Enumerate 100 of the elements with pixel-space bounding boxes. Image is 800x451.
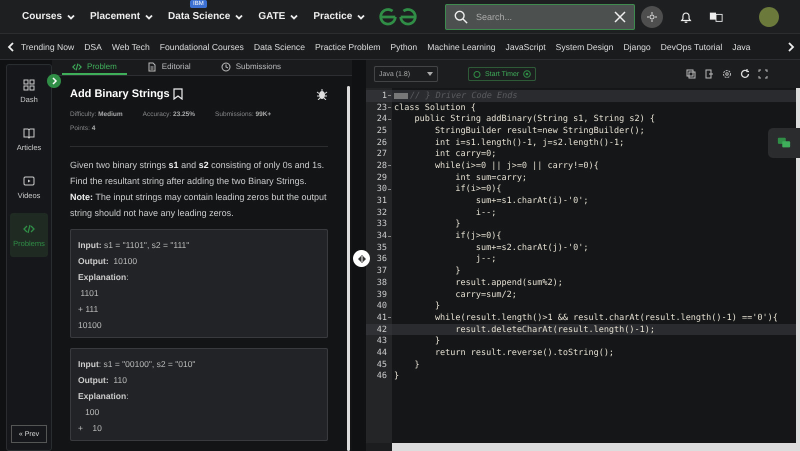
nav-link[interactable]: JavaScript [506,42,546,52]
example-line: Input: s1 = "00100", s2 = "010" [78,358,196,371]
bell-icon[interactable] [679,10,693,24]
scrollbar[interactable] [392,443,800,451]
nav-link[interactable]: Django [623,42,651,52]
line-number: 23 [376,102,387,113]
avatar[interactable] [759,6,779,26]
example-line: Explanation: [78,271,130,284]
code-line: sum+=s1.charAt(i)-'0'; [474,196,588,206]
code-line: result.append(sum%2); [454,278,563,288]
nav-link[interactable]: Data Science [254,42,305,52]
nav-link[interactable]: System Design [556,42,614,52]
code-icon [23,222,35,234]
code-line: int carry=0; [434,149,496,160]
nav-menu[interactable]: Data Science [168,11,244,22]
line-number: 41 [376,312,387,323]
line-number: 46 [376,371,387,382]
resize-icon [356,254,366,264]
caret-icon [427,72,433,76]
chat-button[interactable] [768,128,800,158]
nav-link[interactable]: Machine Learning [427,42,496,52]
sun-icon [647,12,657,22]
scrollbar[interactable] [347,86,350,451]
bookmark-icon[interactable] [172,88,184,100]
example-line: Output: 110 [78,374,128,387]
tab[interactable]: Problem [62,60,127,75]
line-number: 39 [376,290,387,300]
chevron-left-icon[interactable] [6,42,16,52]
search-bar[interactable]: Search... [445,4,635,30]
line-number: 45 [376,360,387,370]
code-line: return result.reverse().toString(); [434,348,614,358]
line-number: 30 [376,184,387,194]
fullscreen-icon[interactable] [758,69,768,79]
line-number: 1 [382,90,387,101]
code-line: if(i>=0){ [454,184,502,194]
example-line: 1101 [79,287,100,300]
folded-code-marker[interactable] [394,92,408,99]
clock-icon [220,62,231,72]
code-line: while(i>=0 || j>=0 || carry!=0){ [434,160,599,171]
timer-icon [473,70,481,78]
code-line: sum+=s2.charAt(j)-'0'; [474,242,588,253]
chevron-down-icon [235,12,244,20]
nav-link[interactable]: Practice Problem [314,42,380,52]
line-number: 25 [376,126,387,136]
nav-menu[interactable]: Placement [90,11,154,22]
search-field[interactable]: Search... [476,12,606,22]
chevron-down-icon [290,12,298,20]
nav-link[interactable]: Java [732,42,750,52]
chevron-right-icon[interactable] [786,42,796,52]
line-number: 42 [376,324,387,335]
code-line: } [413,360,420,370]
chevron-down-icon [357,12,366,20]
nav-menu[interactable]: Practice [313,11,366,22]
tab[interactable]: Editorial [136,60,201,75]
nav-link[interactable]: Web Tech [112,42,150,52]
example-line: 100 [84,406,100,419]
video-icon [23,174,35,186]
problem-title: Add Binary Strings [70,88,170,100]
reset-icon[interactable] [740,69,750,79]
code-line: class Solution { [394,102,476,113]
nav-link[interactable]: Foundational Courses [160,42,244,52]
resize-handle[interactable] [353,250,370,267]
theme-toggle[interactable] [641,6,663,28]
nav-link[interactable]: Python [390,42,418,52]
code-line: while(result.length()>1 && result.charAt(result.length()-1) =='0'){ [434,312,778,323]
code-line: } [434,336,440,346]
nav-link[interactable]: Trending Now [21,42,74,52]
copy-icon[interactable] [686,69,696,79]
code-line: carry=sum/2; [454,290,517,300]
code-line: i--; [474,208,496,218]
example-line: Explanation: [78,390,130,403]
search-icon [454,10,468,24]
line-number: 44 [376,348,387,358]
chevron-down-icon [67,12,76,20]
bug-icon[interactable] [316,88,328,100]
translate-icon[interactable] [709,10,723,24]
close-icon[interactable] [614,10,626,22]
line-number: 37 [376,266,387,276]
line-number: 28 [376,160,387,171]
nav-link[interactable]: DevOps Tutorial [660,42,722,52]
example-line: Input: s1 = "1101", s2 = "111" [78,239,190,252]
nav-menu[interactable]: Courses [22,11,76,22]
line-number: 43 [376,336,387,346]
code-line: } [394,371,400,382]
example-line: + 111 [78,303,100,316]
line-number: 27 [376,149,387,160]
nav-menu[interactable]: GATE [258,11,298,22]
logo-icon[interactable] [378,6,418,26]
example-line: + 10 [78,422,103,435]
tab[interactable]: Submissions [210,60,292,75]
record-icon [523,70,532,78]
example-line: Output: 10100 [78,255,138,268]
line-number: 24 [376,114,387,124]
line-number: 26 [376,138,387,148]
import-icon[interactable] [704,69,714,79]
settings-icon[interactable] [722,69,732,79]
line-number: 32 [376,208,387,218]
code-line: result.deleteCharAt(result.length()-1); [454,324,655,335]
nav-link[interactable]: DSA [84,42,102,52]
chevron-right-icon [50,77,58,85]
